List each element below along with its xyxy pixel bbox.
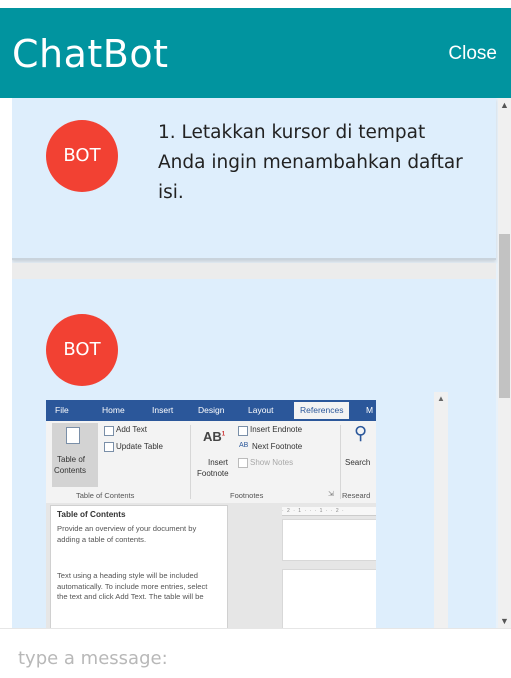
message-separator	[12, 263, 496, 279]
tab-design: Design	[198, 405, 225, 415]
show-notes-label: Show Notes	[250, 458, 294, 467]
close-button[interactable]: Close	[448, 42, 497, 66]
toc-button-label-1: Table of	[57, 455, 86, 464]
ruler: · 2 · 1 · · · 1 · · 2 ·	[282, 507, 376, 516]
document-area: Table of Contents Provide an overview of…	[46, 503, 376, 628]
tab-home: Home	[102, 405, 125, 415]
pane-heading: Table of Contents	[57, 510, 126, 519]
word-references-screenshot: File Home Insert Design Layout Reference…	[46, 400, 376, 628]
table-of-contents-icon	[66, 427, 80, 444]
insert-endnote-icon	[238, 426, 248, 436]
bot-message: BOT 1. Letakkan kursor di tempat Anda in…	[12, 98, 496, 260]
footnotes-group-label: Footnotes	[230, 491, 264, 500]
bot-message: BOT File Home Insert Design Layout Refer…	[12, 279, 496, 628]
message-list[interactable]: BOT 1. Letakkan kursor di tempat Anda in…	[12, 98, 498, 628]
document-page	[282, 569, 376, 628]
insert-endnote-label: Insert Endnote	[250, 425, 303, 434]
pane-paragraph-2: Text using a heading style will be inclu…	[57, 571, 208, 601]
search-label: Search	[345, 458, 371, 467]
chat-header: ChatBot Close	[0, 8, 511, 98]
group-divider	[190, 425, 191, 499]
tab-more: M	[366, 405, 374, 415]
search-icon: ⚲	[354, 423, 368, 443]
group-divider	[340, 425, 341, 499]
ribbon-body: Table of Contents Add Text Update Table …	[46, 421, 376, 504]
message-input-bar	[0, 628, 511, 678]
insert-footnote-label-2: Footnote	[197, 469, 229, 478]
toc-tooltip-pane: Table of Contents Provide an overview of…	[50, 505, 228, 628]
research-group-label: Researd	[342, 491, 371, 500]
message-text: 1. Letakkan kursor di tempat Anda ingin …	[158, 122, 463, 203]
add-text-icon	[104, 426, 114, 436]
bot-avatar: BOT	[46, 120, 118, 192]
chat-title: ChatBot	[12, 32, 169, 76]
toc-group-label: Table of Contents	[76, 491, 135, 500]
scroll-up-icon[interactable]: ▲	[498, 98, 511, 112]
add-text-label: Add Text	[116, 425, 147, 434]
image-scrollbar[interactable]: ▲	[434, 392, 448, 628]
scroll-down-icon[interactable]: ▼	[498, 614, 511, 628]
document-page	[282, 519, 376, 561]
show-notes-icon	[238, 458, 248, 468]
chatbot-window: ChatBot Close BOT 1. Letakkan kursor di …	[0, 0, 511, 678]
tab-references: References	[294, 402, 350, 419]
message-input[interactable]	[16, 644, 500, 672]
chat-scrollbar[interactable]: ▲ ▼	[498, 98, 511, 628]
scroll-up-icon[interactable]: ▲	[434, 392, 448, 406]
ribbon-tabs: File Home Insert Design Layout Reference…	[46, 400, 376, 421]
pane-paragraph-1: Provide an overview of your document by …	[57, 524, 197, 544]
insert-footnote-label-1: Insert	[208, 458, 229, 467]
tab-layout: Layout	[248, 405, 274, 415]
tab-file: File	[55, 405, 69, 415]
next-footnote-label: Next Footnote	[252, 442, 303, 451]
dialog-launcher-icon: ⇲	[328, 491, 334, 498]
bot-avatar: BOT	[46, 314, 118, 386]
insert-footnote-icon: AB1	[203, 429, 226, 444]
toc-button-label-2: Contents	[54, 466, 87, 475]
tab-insert: Insert	[152, 405, 174, 415]
update-table-icon	[104, 442, 114, 452]
scroll-thumb[interactable]	[499, 234, 510, 398]
update-table-label: Update Table	[116, 442, 163, 451]
top-strip	[0, 0, 511, 8]
next-footnote-icon: AB	[239, 442, 249, 449]
